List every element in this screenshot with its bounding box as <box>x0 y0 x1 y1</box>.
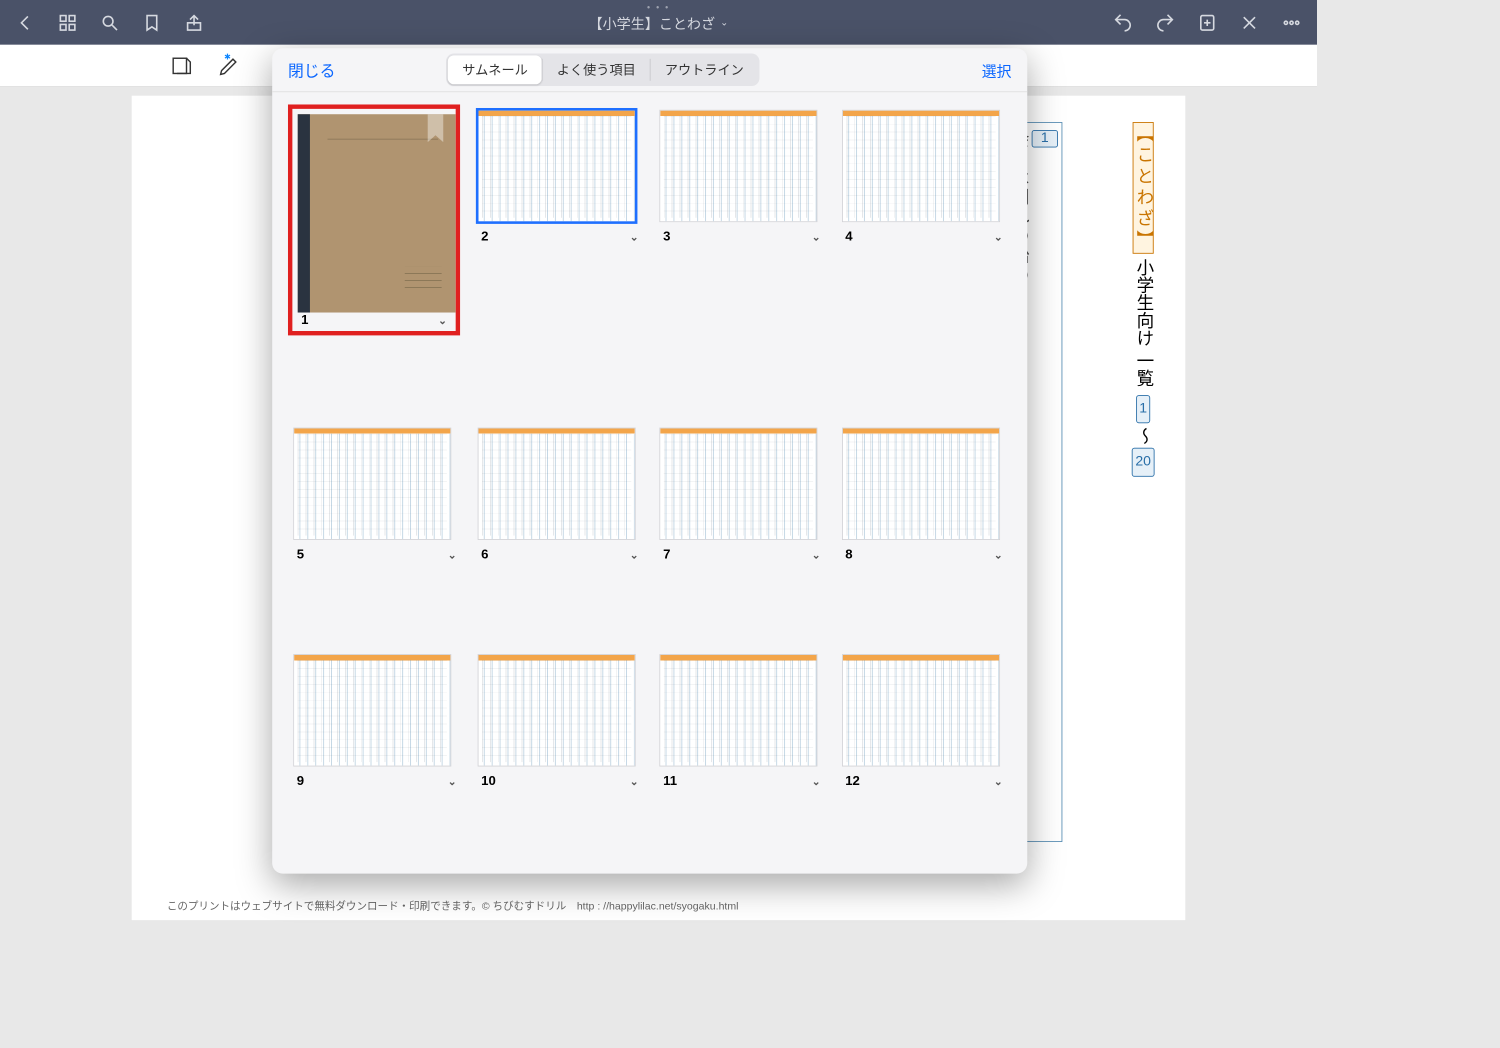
grid-icon[interactable] <box>58 13 77 32</box>
page-flip-icon[interactable] <box>167 50 197 80</box>
thumbnail-frame[interactable] <box>293 428 451 540</box>
thumbnail-label[interactable]: 7⌄ <box>660 547 824 562</box>
bookmark-icon[interactable] <box>142 13 161 32</box>
more-icon[interactable] <box>1282 13 1301 32</box>
thumbnail-label[interactable]: 4⌄ <box>842 229 1006 244</box>
chevron-down-icon[interactable]: ⌄ <box>994 548 1003 560</box>
proverb-entry: 1会うは別れの始め出会いの後には必ず別れがあるので、会うことは分かれることの始ま… <box>1022 122 1062 842</box>
thumbnail-label[interactable]: 9⌄ <box>293 774 460 789</box>
segment-thumbnails[interactable]: サムネール <box>448 55 542 84</box>
thumbnail-frame[interactable] <box>842 654 1000 766</box>
thumbnail-cell[interactable]: 2⌄ <box>478 110 642 403</box>
thumbnail-label[interactable]: 10⌄ <box>478 774 642 789</box>
thumbnail-frame[interactable] <box>478 654 636 766</box>
thumbnail-cell[interactable]: 8⌄ <box>842 428 1006 630</box>
thumbnail-cell[interactable]: 4⌄ <box>842 110 1006 403</box>
view-segmented-control: サムネール よく使う項目 アウトライン <box>446 54 759 86</box>
thumbnail-label[interactable]: 12⌄ <box>842 774 1006 789</box>
document-title[interactable]: 【小学生】ことわざ ⌄ <box>204 12 1114 33</box>
thumbnail-frame[interactable] <box>660 654 818 766</box>
thumbnail-cell[interactable]: 1⌄ <box>293 110 460 403</box>
thumbnail-frame[interactable] <box>478 110 636 222</box>
thumbnail-panel: 閉じる サムネール よく使う項目 アウトライン 選択 1⌄ 2⌄ 3⌄ 4⌄ 5⌄ 6⌄ 7… <box>272 48 1027 873</box>
app-topbar: • • • 【小学生】ことわざ ⌄ <box>0 0 1317 45</box>
thumbnail-cell[interactable]: 10⌄ <box>478 654 642 856</box>
thumbnail-frame[interactable] <box>842 110 1000 222</box>
thumbnail-cell[interactable]: 5⌄ <box>293 428 460 630</box>
thumbnail-label[interactable]: 2⌄ <box>478 229 642 244</box>
redo-icon[interactable] <box>1155 13 1174 32</box>
segment-favorites[interactable]: よく使う項目 <box>543 55 650 84</box>
select-button[interactable]: 選択 <box>982 59 1012 81</box>
chevron-down-icon[interactable]: ⌄ <box>438 314 447 326</box>
thumbnail-label[interactable]: 3⌄ <box>660 229 824 244</box>
thumbnail-label[interactable]: 5⌄ <box>293 547 460 562</box>
chevron-down-icon[interactable]: ⌄ <box>994 775 1003 787</box>
thumbnail-frame[interactable] <box>660 110 818 222</box>
thumbnail-frame[interactable] <box>842 428 1000 540</box>
thumbnail-label[interactable]: 11⌄ <box>660 774 824 789</box>
chevron-down-icon: ⌄ <box>720 17 728 28</box>
chevron-down-icon[interactable]: ⌄ <box>812 230 821 242</box>
thumbnail-cell[interactable]: 11⌄ <box>660 654 824 856</box>
chevron-down-icon[interactable]: ⌄ <box>630 548 639 560</box>
thumbnail-frame[interactable] <box>478 428 636 540</box>
thumbnail-cell[interactable]: 3⌄ <box>660 110 824 403</box>
back-icon[interactable] <box>16 13 35 32</box>
close-x-icon[interactable] <box>1240 13 1259 32</box>
share-icon[interactable] <box>184 13 203 32</box>
drag-handle-icon[interactable]: • • • <box>647 4 670 14</box>
segment-outline[interactable]: アウトライン <box>651 55 758 84</box>
thumbnail-cell[interactable]: 7⌄ <box>660 428 824 630</box>
thumbnail-label[interactable]: 1⌄ <box>298 313 451 328</box>
thumbnail-grid: 1⌄ 2⌄ 3⌄ 4⌄ 5⌄ 6⌄ 7⌄ 8⌄ 9⌄ 10⌄ 11⌄ 12⌄ <box>272 92 1027 873</box>
thumbnail-label[interactable]: 8⌄ <box>842 547 1006 562</box>
thumbnail-cell[interactable]: 6⌄ <box>478 428 642 630</box>
chevron-down-icon[interactable]: ⌄ <box>812 775 821 787</box>
pen-icon[interactable]: ✱ <box>214 50 244 80</box>
search-icon[interactable] <box>100 13 119 32</box>
thumbnail-cell[interactable]: 12⌄ <box>842 654 1006 856</box>
thumbnail-frame[interactable] <box>298 114 456 312</box>
thumbnail-label[interactable]: 6⌄ <box>478 547 642 562</box>
chevron-down-icon[interactable]: ⌄ <box>994 230 1003 242</box>
panel-header: 閉じる サムネール よく使う項目 アウトライン 選択 <box>272 48 1027 92</box>
chevron-down-icon[interactable]: ⌄ <box>630 775 639 787</box>
undo-icon[interactable] <box>1113 13 1132 32</box>
chevron-down-icon[interactable]: ⌄ <box>448 548 457 560</box>
thumbnail-frame[interactable] <box>293 654 451 766</box>
thumbnail-cell[interactable]: 9⌄ <box>293 654 460 856</box>
chevron-down-icon[interactable]: ⌄ <box>630 230 639 242</box>
chevron-down-icon[interactable]: ⌄ <box>812 548 821 560</box>
chevron-down-icon[interactable]: ⌄ <box>448 775 457 787</box>
footer-credit: このプリントはウェブサイトで無料ダウンロード・印刷できます。© ちびむすドリル … <box>167 898 739 913</box>
thumbnail-frame[interactable] <box>660 428 818 540</box>
close-button[interactable]: 閉じる <box>288 58 335 81</box>
page-title: 【ことわざ】 小学生向け 一覧 1〜20 <box>1127 122 1159 480</box>
add-page-icon[interactable] <box>1198 13 1217 32</box>
